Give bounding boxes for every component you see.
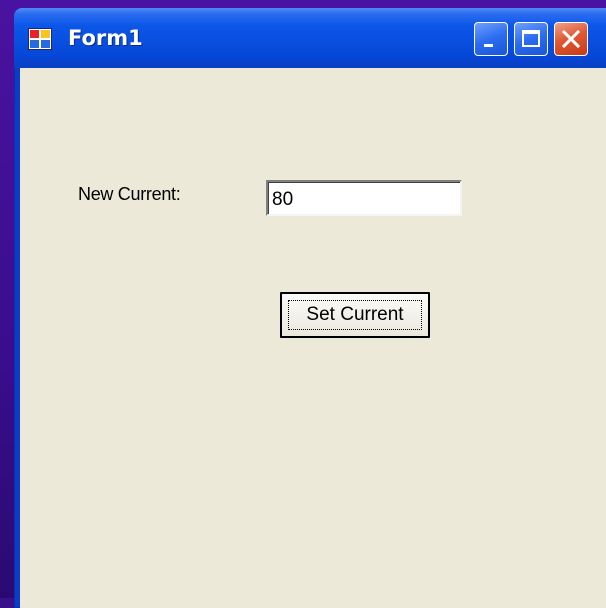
new-current-label: New Current: — [78, 184, 181, 204]
close-button[interactable] — [554, 22, 588, 56]
form-window: Form1 New Current: Set Current — [14, 8, 606, 608]
new-current-input[interactable] — [266, 180, 462, 216]
maximize-button[interactable] — [514, 22, 548, 56]
close-icon — [561, 29, 581, 49]
set-current-button-label: Set Current — [288, 300, 422, 330]
title-bar[interactable]: Form1 — [14, 8, 606, 68]
window-title: Form1 — [68, 26, 143, 50]
maximize-icon — [522, 30, 540, 47]
set-current-button[interactable]: Set Current — [280, 292, 430, 338]
form-client-area: New Current: Set Current — [20, 68, 606, 608]
form-app-icon[interactable] — [28, 28, 52, 50]
minimize-button[interactable] — [474, 22, 508, 56]
minimize-icon — [484, 44, 493, 47]
